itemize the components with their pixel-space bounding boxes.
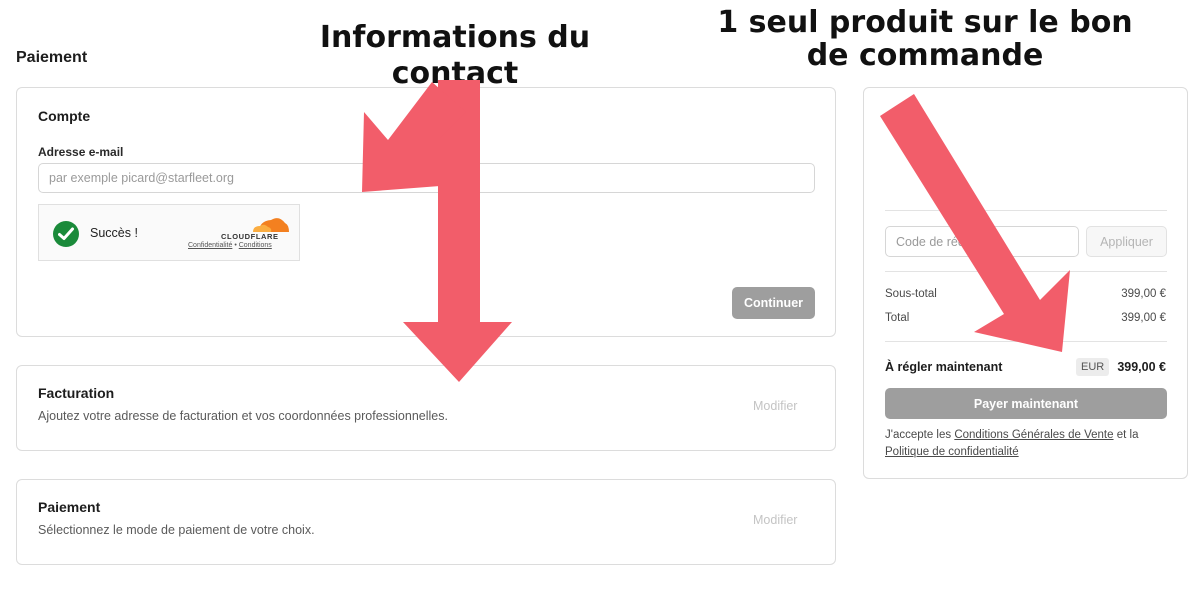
page-title: Paiement [16,49,88,66]
cgv-link[interactable]: Conditions Générales de Vente [954,429,1113,441]
billing-card: Facturation Ajoutez votre adresse de fac… [16,365,836,451]
terms-mid: et la [1113,429,1139,441]
payment-modify-button[interactable]: Modifier [753,513,797,527]
summary-divider [885,210,1167,211]
total-label: Total [885,312,910,324]
billing-modify-button[interactable]: Modifier [753,399,797,413]
cloudflare-name: CLOUDFLARE [221,232,279,241]
terms-prefix: J'accepte les [885,429,955,441]
account-card: Compte Adresse e-mail Succès ! CLOUDFLAR… [16,87,836,337]
email-field[interactable] [38,163,815,193]
terms-text: J'accepte les Conditions Générales de Ve… [885,427,1175,461]
summary-divider [885,271,1167,272]
continue-button[interactable]: Continuer [732,287,815,319]
currency-badge: EUR [1076,358,1110,376]
billing-title: Facturation [38,385,115,401]
captcha-separator: • [234,242,237,249]
subtotal-value: 399,00 € [1121,288,1166,300]
summary-divider [885,341,1167,342]
pay-now-button[interactable]: Payer maintenant [885,388,1167,419]
total-value: 399,00 € [1121,312,1166,324]
annotation-contact-info: Informations du contact [319,20,591,91]
order-summary-card: Appliquer Sous-total 399,00 € Total 399,… [863,87,1188,479]
captcha-status: Succès ! [90,226,138,240]
apply-discount-button[interactable]: Appliquer [1086,226,1167,257]
payment-card: Paiement Sélectionnez le mode de paiemen… [16,479,836,565]
cloudflare-captcha-widget: Succès ! CLOUDFLARE Confidentialité • Co… [38,204,300,261]
check-icon [53,221,79,247]
billing-description: Ajoutez votre adresse de facturation et … [38,409,448,423]
captcha-privacy-link[interactable]: Confidentialité [188,242,232,249]
discount-code-input[interactable] [885,226,1079,257]
privacy-policy-link[interactable]: Politique de confidentialité [885,446,1019,458]
due-now-label: À régler maintenant [885,360,1003,374]
account-title: Compte [38,108,91,124]
subtotal-label: Sous-total [885,288,937,300]
due-now-value: 399,00 € [1117,360,1166,374]
captcha-terms-link[interactable]: Conditions [239,242,272,249]
email-label: Adresse e-mail [38,145,124,159]
captcha-links: Confidentialité • Conditions [188,242,272,249]
payment-description: Sélectionnez le mode de paiement de votr… [38,523,315,537]
annotation-single-product: 1 seul produit sur le bon de commande [717,5,1133,73]
payment-title: Paiement [38,499,101,515]
